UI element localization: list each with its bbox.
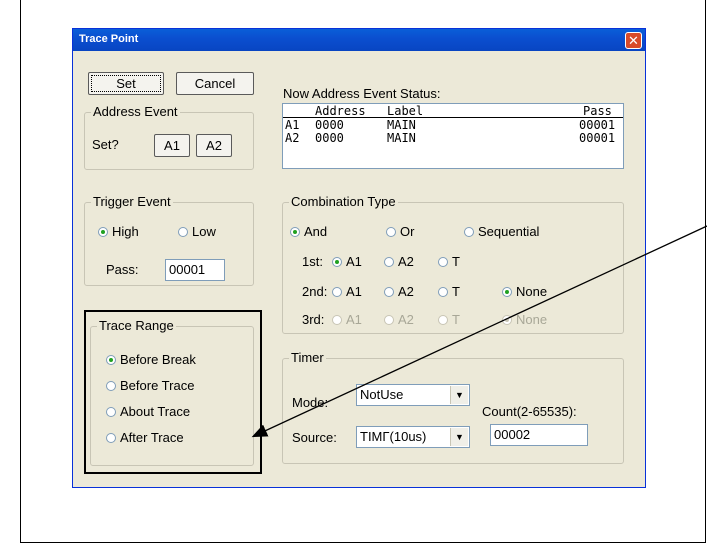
radio-icon [438,287,448,297]
mode-select-value: NotUse [360,387,404,402]
third-t-label: T [452,312,460,327]
combination-type-legend: Combination Type [289,194,398,209]
count-input[interactable]: 00002 [490,424,588,446]
row-a2-pass: 00001 [579,131,616,145]
a1-button[interactable]: A1 [154,134,190,157]
sequential-label: Sequential [478,224,540,239]
first-a1-radio[interactable]: A1 [332,254,362,269]
radio-icon [384,287,394,297]
third-label: 3rd: [302,312,325,327]
label-column-header: Label [387,104,424,118]
set-button[interactable]: Set [88,72,164,95]
and-radio[interactable]: And [290,224,327,239]
third-a1-label: A1 [346,312,362,327]
trigger-event-legend: Trigger Event [91,194,173,209]
row-a1-id: A1 [285,118,300,132]
source-select[interactable]: TIMΓ(10us) ▼ [356,426,470,448]
and-label: And [304,224,328,239]
pass-input[interactable]: 00001 [165,259,225,281]
row-a1-label: MAIN [387,118,416,132]
radio-icon [332,287,342,297]
first-a2-radio[interactable]: A2 [384,254,414,269]
status-listbox[interactable]: Address Label Pass A1 0000 MAIN 00001 A2… [282,103,624,169]
trigger-high-label: High [112,224,139,239]
radio-selected-icon [502,315,512,325]
a2-button[interactable]: A2 [196,134,232,157]
chevron-down-icon[interactable]: ▼ [450,386,468,404]
trigger-high-radio[interactable]: High [98,224,139,239]
close-icon[interactable]: ✕ [625,32,642,49]
source-label: Source: [292,430,337,445]
third-none-label: None [516,312,548,327]
second-a1-radio[interactable]: A1 [332,284,362,299]
radio-icon [384,315,394,325]
first-t-radio[interactable]: T [438,254,460,269]
radio-icon [384,257,394,267]
second-a2-radio[interactable]: A2 [384,284,414,299]
first-t-label: T [452,254,460,269]
sequential-radio[interactable]: Sequential [464,224,539,239]
second-a2-label: A2 [398,284,414,299]
second-t-radio[interactable]: T [438,284,460,299]
trigger-low-radio[interactable]: Low [178,224,216,239]
radio-icon [438,315,448,325]
radio-icon [386,227,396,237]
row-a2-label: MAIN [387,131,416,145]
radio-icon [178,227,188,237]
second-none-radio[interactable]: None [502,284,547,299]
third-none-radio[interactable]: None [502,312,547,327]
or-label: Or [400,224,415,239]
pass-column-header: Pass [583,104,612,118]
third-a2-radio[interactable]: A2 [384,312,414,327]
address-column-header: Address [315,104,366,118]
status-label: Now Address Event Status: [283,86,441,101]
third-t-radio[interactable]: T [438,312,460,327]
set-question-label: Set? [92,137,119,152]
second-t-label: T [452,284,460,299]
radio-selected-icon [502,287,512,297]
address-event-legend: Address Event [91,104,180,119]
title-bar: Trace Point ✕ [73,29,645,51]
first-label: 1st: [302,254,323,269]
row-a2-address: 0000 [315,131,344,145]
trace-range-highlight [84,310,262,474]
or-radio[interactable]: Or [386,224,414,239]
first-a1-label: A1 [346,254,362,269]
timer-legend: Timer [289,350,326,365]
second-label: 2nd: [302,284,328,299]
mode-label: Mode: [292,395,329,410]
row-a2-id: A2 [285,131,300,145]
radio-selected-icon [332,257,342,267]
second-none-label: None [516,284,548,299]
status-header: Address Label Pass [283,104,623,118]
mode-select[interactable]: NotUse ▼ [356,384,470,406]
radio-selected-icon [290,227,300,237]
radio-icon [464,227,474,237]
radio-selected-icon [98,227,108,237]
chevron-down-icon[interactable]: ▼ [450,428,468,446]
trigger-low-label: Low [192,224,216,239]
pass-label: Pass: [106,262,139,277]
radio-icon [438,257,448,267]
second-a1-label: A1 [346,284,362,299]
row-a1-pass: 00001 [579,118,616,132]
source-select-value: TIMΓ(10us) [360,429,427,444]
cancel-button[interactable]: Cancel [176,72,254,95]
third-a2-label: A2 [398,312,414,327]
third-a1-radio[interactable]: A1 [332,312,362,327]
radio-icon [332,315,342,325]
count-label: Count(2-65535): [482,404,577,419]
dialog-title: Trace Point [79,33,139,45]
row-a1-address: 0000 [315,118,344,132]
first-a2-label: A2 [398,254,414,269]
